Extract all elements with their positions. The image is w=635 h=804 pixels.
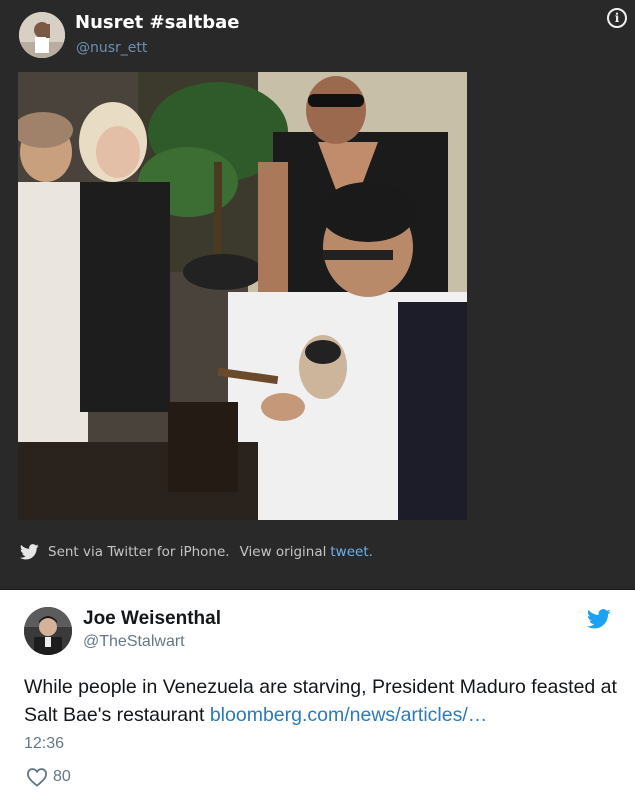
view-original-text: View original	[239, 544, 327, 560]
tweet-text: While people in Venezuela are starving, …	[24, 673, 624, 729]
author-handle[interactable]: @nusr_ett	[76, 40, 147, 56]
like-count: 80	[53, 768, 71, 785]
twitter-bird-icon[interactable]	[587, 609, 611, 629]
like-button[interactable]: 80	[26, 767, 71, 787]
heart-icon	[26, 768, 48, 787]
info-icon[interactable]: i	[607, 8, 627, 28]
tweet-video[interactable]	[18, 72, 467, 520]
author-avatar[interactable]	[19, 12, 65, 58]
author-name[interactable]: Nusret #saltbae	[75, 12, 240, 33]
twitter-bird-icon	[20, 544, 39, 560]
source-text: Sent via Twitter for iPhone.	[48, 544, 230, 560]
article-link[interactable]: bloomberg.com/news/articles/…	[210, 704, 487, 726]
embedded-tweet-light: Joe Weisenthal @TheStalwart While people…	[0, 591, 635, 804]
author-name[interactable]: Joe Weisenthal	[83, 608, 221, 630]
original-tweet-link[interactable]: tweet.	[330, 544, 373, 560]
author-avatar[interactable]	[24, 607, 72, 655]
author-handle[interactable]: @TheStalwart	[83, 633, 185, 651]
tweet-source-footer: Sent via Twitter for iPhone. View origin…	[20, 541, 373, 563]
embedded-tweet-dark: Nusret #saltbae @nusr_ett i Sent via Twi…	[0, 0, 635, 590]
tweet-timestamp[interactable]: 12:36	[24, 735, 64, 753]
